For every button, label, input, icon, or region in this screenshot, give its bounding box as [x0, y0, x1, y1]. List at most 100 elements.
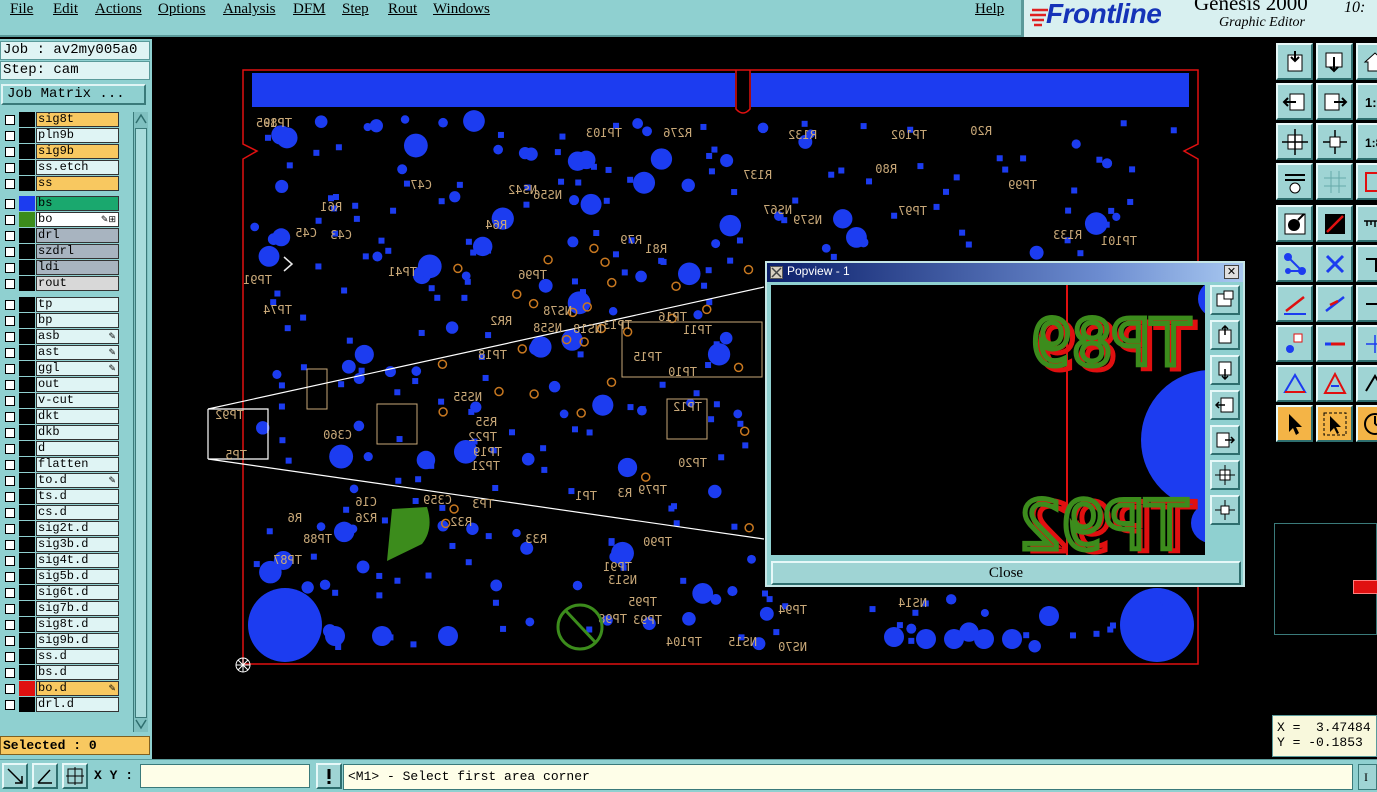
layer-color-swatch[interactable] [19, 633, 35, 648]
layer-name[interactable]: sig9b [36, 144, 119, 159]
layer-name[interactable]: sig8t [36, 112, 119, 127]
layer-name[interactable]: bp [36, 313, 119, 328]
layer-name[interactable]: cs.d [36, 505, 119, 520]
layer-row[interactable]: ast ✎ [0, 345, 132, 361]
pop-zoom-center-icon[interactable] [1210, 495, 1240, 525]
menu-actions[interactable]: Actions [95, 1, 142, 18]
layer-checkbox[interactable] [5, 396, 15, 406]
grid-icon[interactable] [1316, 163, 1353, 200]
layer-checkbox[interactable] [5, 348, 15, 358]
layer-checkbox[interactable] [5, 147, 15, 157]
layer-checkbox[interactable] [5, 604, 15, 614]
layer-row[interactable]: v-cut [0, 393, 132, 409]
layer-checkbox[interactable] [5, 444, 15, 454]
layer-checkbox[interactable] [5, 163, 15, 173]
layer-row[interactable]: cs.d [0, 505, 132, 521]
alert-icon[interactable] [316, 763, 342, 789]
layer-color-swatch[interactable] [19, 441, 35, 456]
layer-color-swatch[interactable] [19, 649, 35, 664]
layer-row[interactable]: tp [0, 297, 132, 313]
layer-color-swatch[interactable] [19, 617, 35, 632]
menu-file[interactable]: File [10, 1, 33, 18]
layer-name[interactable]: drl [36, 228, 119, 243]
layer-color-swatch[interactable] [19, 601, 35, 616]
pop-pan-right-icon[interactable] [1210, 425, 1240, 455]
popview-close-button[interactable]: Close [771, 561, 1241, 585]
layer-color-swatch[interactable] [19, 569, 35, 584]
layer-color-swatch[interactable] [19, 393, 35, 408]
layer-name[interactable]: tp [36, 297, 119, 312]
layer-row[interactable]: bo.d ✎ [0, 681, 132, 697]
layer-name[interactable]: szdrl [36, 244, 119, 259]
pop-pan-down-icon[interactable] [1210, 355, 1240, 385]
layer-checkbox[interactable] [5, 700, 15, 710]
layer-color-swatch[interactable] [19, 361, 35, 376]
layer-color-swatch[interactable] [19, 329, 35, 344]
layer-color-swatch[interactable] [19, 553, 35, 568]
layer-row[interactable]: to.d ✎ [0, 473, 132, 489]
layer-color-swatch[interactable] [19, 297, 35, 312]
ruler-icon[interactable] [1356, 205, 1377, 242]
zoom-fit-icon[interactable] [1276, 123, 1313, 160]
layer-row[interactable]: ggl ✎ [0, 361, 132, 377]
layer-checkbox[interactable] [5, 588, 15, 598]
layer-name[interactable]: sig7b.d [36, 601, 119, 616]
layer-name[interactable]: sig8t.d [36, 617, 119, 632]
layer-name[interactable]: bs.d [36, 665, 119, 680]
settings-icon[interactable] [1276, 163, 1313, 200]
snap-icon[interactable] [1356, 163, 1377, 200]
layer-name[interactable]: sig9b.d [36, 633, 119, 648]
layer-color-swatch[interactable] [19, 112, 35, 127]
layer-color-swatch[interactable] [19, 260, 35, 275]
ratio-icon[interactable]: 1:8 [1356, 123, 1377, 160]
popview-window[interactable]: Popview - 1 ✕ TP89 TP89 TP92 TP92 Close [765, 261, 1245, 587]
layer-row[interactable]: dkb [0, 425, 132, 441]
layer-row[interactable]: ss.etch [0, 160, 132, 176]
layer-checkbox[interactable] [5, 279, 15, 289]
layer-row[interactable]: szdrl [0, 244, 132, 260]
polygon-icon[interactable] [1316, 365, 1353, 402]
menu-step[interactable]: Step [342, 1, 369, 18]
menu-options[interactable]: Options [158, 1, 206, 18]
layer-row[interactable]: asb ✎ [0, 329, 132, 345]
layer-checkbox[interactable] [5, 263, 15, 273]
layer-row[interactable]: ss [0, 176, 132, 192]
layer-color-swatch[interactable] [19, 212, 35, 227]
layer-checkbox[interactable] [5, 364, 15, 374]
layer-color-swatch[interactable] [19, 196, 35, 211]
layer-name[interactable]: dkt [36, 409, 119, 424]
layer-color-swatch[interactable] [19, 244, 35, 259]
layer-row[interactable]: flatten [0, 457, 132, 473]
layer-color-swatch[interactable] [19, 505, 35, 520]
layer-color-swatch[interactable] [19, 681, 35, 696]
layer-checkbox[interactable] [5, 300, 15, 310]
layer-row[interactable]: sig2t.d [0, 521, 132, 537]
layer-name[interactable]: to.d ✎ [36, 473, 119, 488]
angle-icon[interactable] [32, 763, 58, 789]
layer-name[interactable]: pln9b [36, 128, 119, 143]
job-matrix-button[interactable]: Job Matrix ... [1, 84, 146, 105]
layer-name[interactable]: ldi [36, 260, 119, 275]
pan-left-icon[interactable] [1276, 83, 1313, 120]
layer-row[interactable]: sig3b.d [0, 537, 132, 553]
layer-row[interactable]: sig5b.d [0, 569, 132, 585]
layer-row[interactable]: pln9b [0, 128, 132, 144]
menu-help[interactable]: Help [975, 1, 1004, 18]
layer-name[interactable]: d [36, 441, 119, 456]
window-in-icon[interactable] [1276, 43, 1313, 80]
xy-input[interactable] [140, 764, 310, 788]
line-red-icon[interactable] [1276, 285, 1313, 322]
layer-checkbox[interactable] [5, 247, 15, 257]
layer-checkbox[interactable] [5, 556, 15, 566]
layer-color-swatch[interactable] [19, 409, 35, 424]
layer-color-swatch[interactable] [19, 228, 35, 243]
layer-color-swatch[interactable] [19, 377, 35, 392]
scroll-thumb[interactable] [135, 128, 147, 718]
layer-color-swatch[interactable] [19, 457, 35, 472]
layer-name[interactable]: ss.d [36, 649, 119, 664]
shape-icon[interactable] [1356, 365, 1377, 402]
layer-name[interactable]: ts.d [36, 489, 119, 504]
pop-zoom-fit-icon[interactable] [1210, 460, 1240, 490]
layer-name[interactable]: ast ✎ [36, 345, 119, 360]
layer-row[interactable]: sig9b [0, 144, 132, 160]
